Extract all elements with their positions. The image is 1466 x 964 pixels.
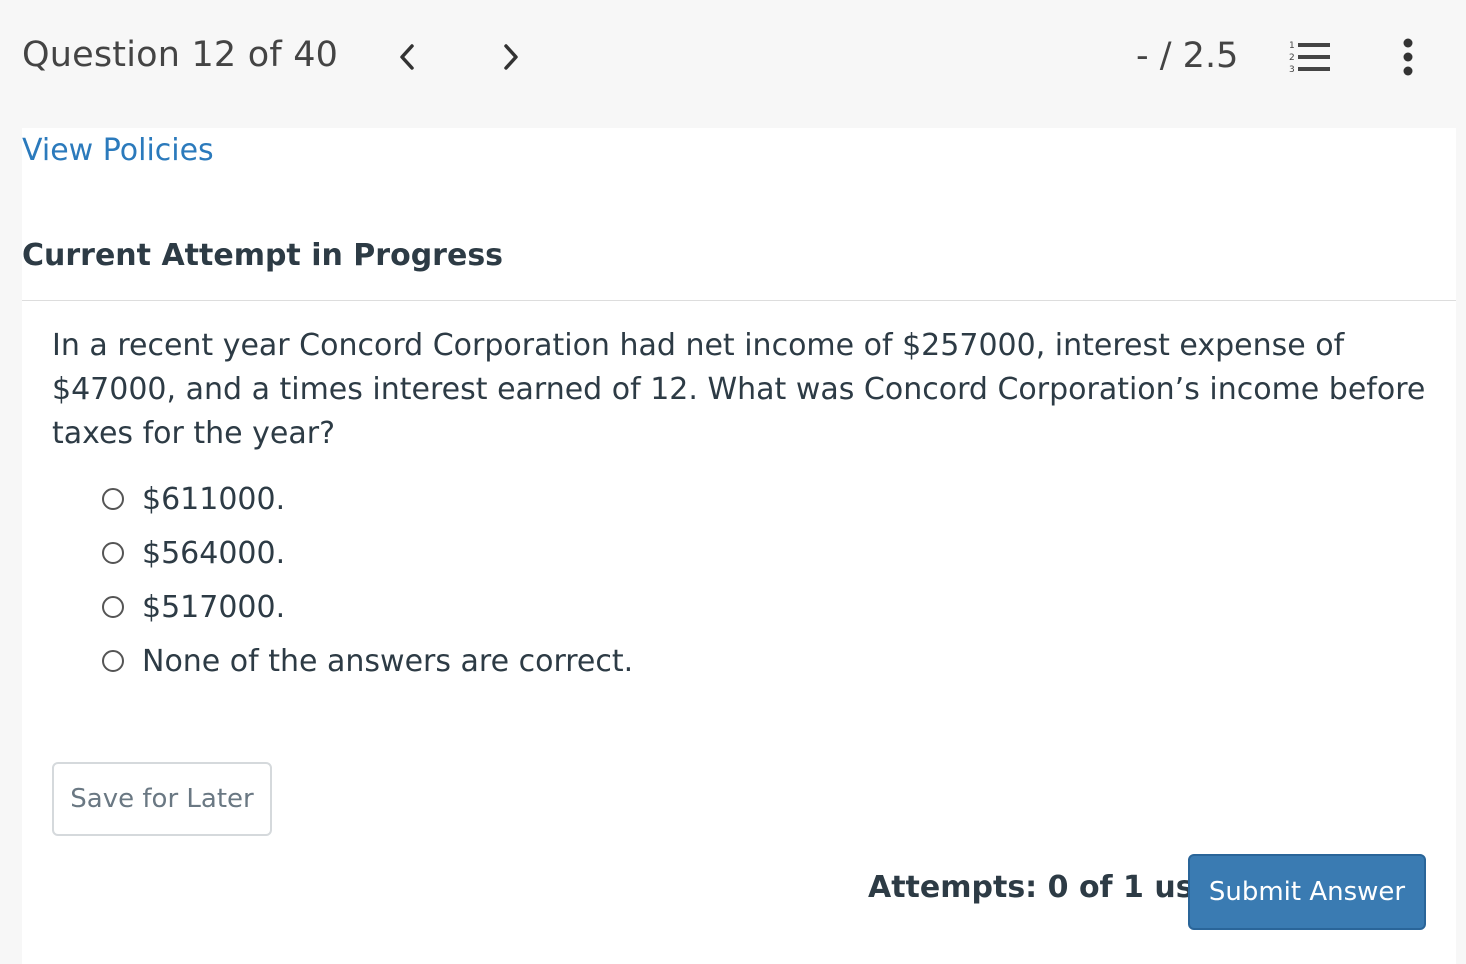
question-panel: View Policies Current Attempt in Progres… [22,128,1456,964]
radio-button[interactable] [102,488,124,510]
svg-text:3: 3 [1289,65,1295,75]
chevron-right-icon [504,44,518,70]
question-counter: Question 12 of 40 [22,35,339,75]
attempt-heading: Current Attempt in Progress [22,238,504,273]
question-text: In a recent year Concord Corporation had… [52,328,1426,451]
answer-option[interactable]: $517000. [102,580,633,634]
answer-option-label: $564000. [142,535,286,571]
divider [22,300,1456,301]
radio-button[interactable] [102,542,124,564]
answer-option[interactable]: $611000. [102,472,633,526]
more-options-button[interactable] [1396,36,1420,78]
answer-option[interactable]: None of the answers are correct. [102,634,633,688]
radio-button[interactable] [102,596,124,618]
save-for-later-button[interactable]: Save for Later [52,762,272,836]
submit-answer-button[interactable]: Submit Answer [1188,854,1426,930]
score-display: - / 2.5 [1136,36,1239,76]
answer-option-label: None of the answers are correct. [142,643,634,679]
svg-text:2: 2 [1289,53,1295,63]
top-bar: Question 12 of 40 - / 2.5 1 2 3 [0,0,1466,128]
chevron-left-icon [400,44,414,70]
view-policies-link[interactable]: View Policies [22,133,214,168]
numbered-list-icon: 1 2 3 [1289,41,1330,75]
answer-option[interactable]: $564000. [102,526,633,580]
next-question-button[interactable] [494,40,528,74]
radio-button[interactable] [102,650,124,672]
answer-option-label: $517000. [142,589,286,625]
vertical-ellipsis-icon [1403,38,1413,76]
svg-text:1: 1 [1289,41,1295,51]
answer-option-label: $611000. [142,481,286,517]
answer-options: $611000. $564000. $517000. None of the a… [102,472,633,688]
attempts-counter: Attempts: 0 of 1 used [868,870,1236,905]
previous-question-button[interactable] [390,40,424,74]
question-list-button[interactable]: 1 2 3 [1288,38,1334,78]
